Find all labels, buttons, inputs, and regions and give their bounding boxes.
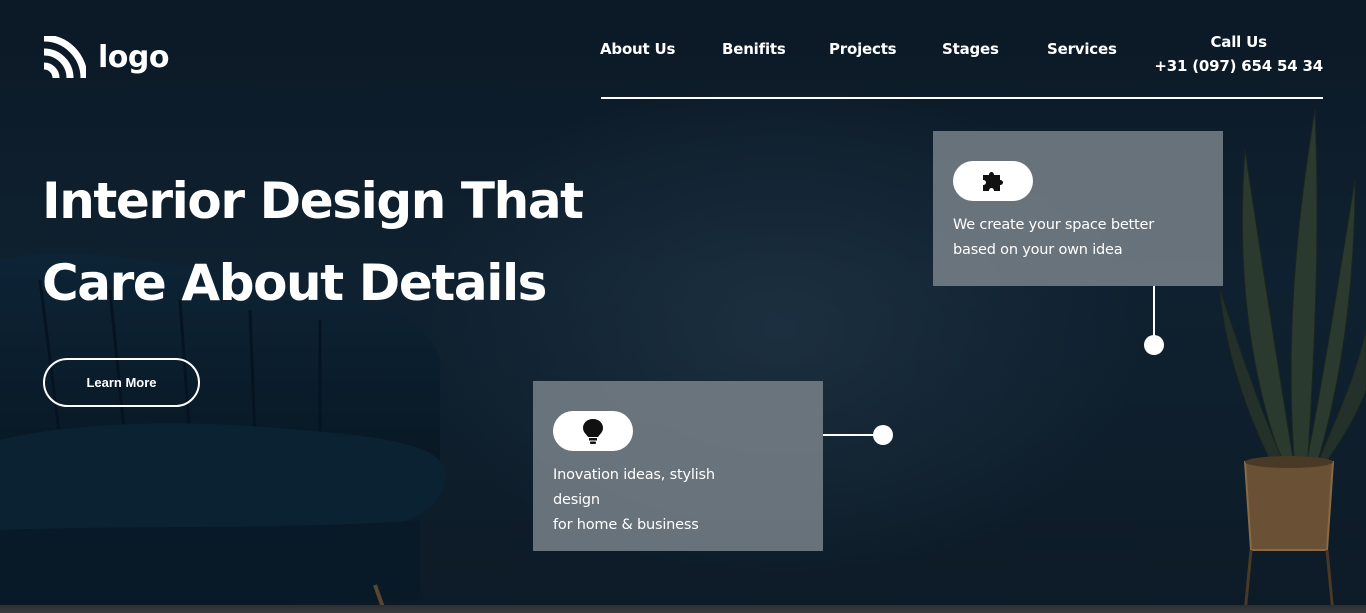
learn-more-button[interactable]: Learn More	[43, 358, 200, 407]
call-label: Call Us	[1210, 33, 1268, 51]
card-connector-dot	[1144, 335, 1164, 355]
feature-card-innovation: Inovation ideas, stylish design for home…	[533, 381, 823, 551]
puzzle-piece-icon	[983, 172, 1003, 191]
headline-line-2: Care About Details	[42, 254, 547, 312]
nav-item-services[interactable]: Services	[1047, 40, 1117, 58]
signal-arcs-icon	[43, 36, 86, 79]
call-number: +31 (097) 654 54 34	[1154, 57, 1323, 75]
card-connector-dot	[873, 425, 893, 445]
logo-text: logo	[98, 40, 169, 75]
card-connector-line	[1153, 286, 1155, 338]
call-us[interactable]: Call Us +31 (097) 654 54 34	[1154, 30, 1323, 78]
card-connector-line	[823, 434, 877, 436]
nav-item-projects[interactable]: Projects	[829, 40, 897, 58]
card-text: Inovation ideas, stylish design for home…	[553, 467, 715, 533]
plant-image	[1219, 109, 1366, 613]
card-icon-pill	[553, 411, 633, 451]
nav-divider	[601, 97, 1323, 99]
nav-item-benifits[interactable]: Benifits	[722, 40, 786, 58]
lightbulb-icon	[583, 419, 603, 444]
nav-item-about-us[interactable]: About Us	[600, 40, 675, 58]
feature-card-idea: We create your space better based on you…	[933, 131, 1223, 286]
nav-item-stages[interactable]: Stages	[942, 40, 999, 58]
card-icon-pill	[953, 161, 1033, 201]
card-text: We create your space better based on you…	[953, 217, 1154, 258]
logo[interactable]: logo	[42, 36, 169, 80]
headline-line-1: Interior Design That	[42, 172, 584, 230]
hero-section: logo About Us Benifits Projects Stages S…	[0, 0, 1366, 613]
hero-headline: Interior Design That Care About Details	[42, 160, 642, 324]
floor	[0, 605, 1366, 613]
